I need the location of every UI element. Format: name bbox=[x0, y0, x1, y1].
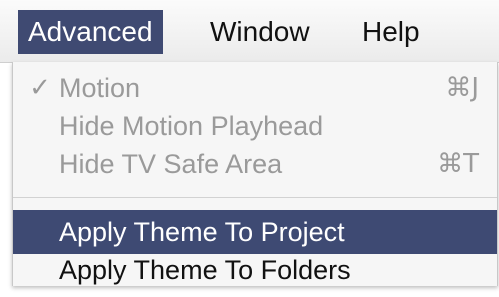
menu-item-apply-theme-to-folders-label: Apply Theme To Folders bbox=[59, 255, 351, 285]
advanced-dropdown-menu: ✓ Motion ⌘J Hide Motion Playhead Hide TV… bbox=[12, 62, 498, 286]
menu-window[interactable]: Window bbox=[200, 10, 320, 54]
menu-separator bbox=[13, 197, 497, 198]
menu-advanced[interactable]: Advanced bbox=[18, 10, 163, 54]
menu-item-hide-tv-safe-area-shortcut: ⌘T bbox=[437, 149, 479, 179]
menu-item-apply-theme-to-folders[interactable]: Apply Theme To Folders bbox=[13, 248, 497, 292]
menu-item-hide-tv-safe-area-label: Hide TV Safe Area bbox=[59, 149, 283, 179]
menu-bar: Advanced Window Help bbox=[0, 0, 499, 63]
menu-help[interactable]: Help bbox=[352, 10, 430, 54]
menu-item-hide-tv-safe-area[interactable]: Hide TV Safe Area ⌘T bbox=[13, 142, 497, 186]
